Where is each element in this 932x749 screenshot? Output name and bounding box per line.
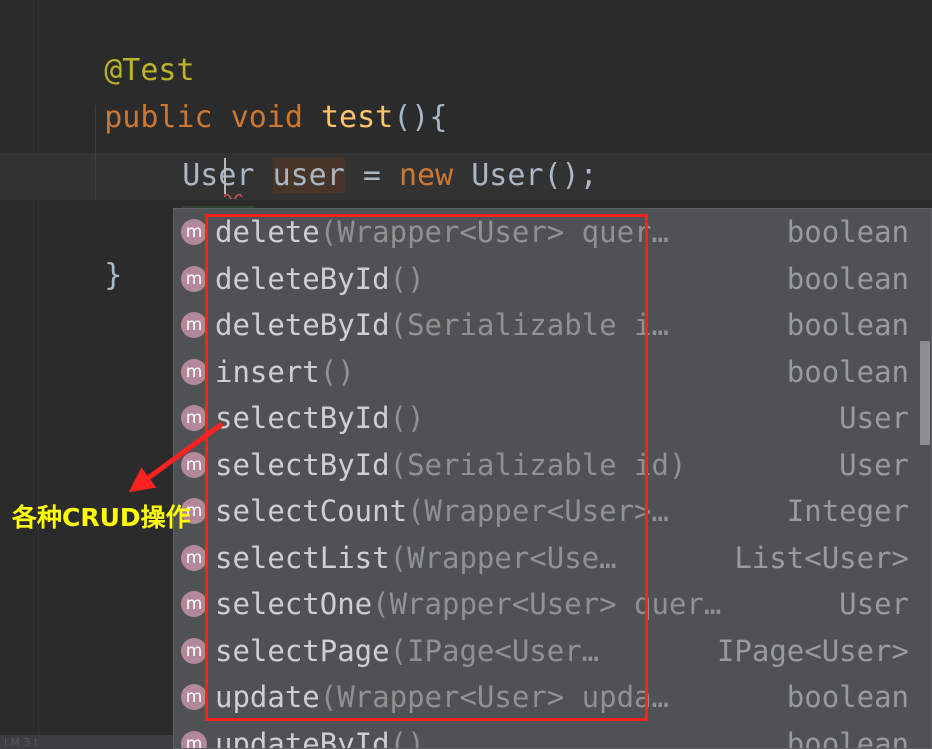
text-caret <box>224 158 226 194</box>
completion-item-name: selectPage <box>215 633 390 668</box>
completion-item[interactable]: m selectPage(IPage<User… IPage<User> <box>174 628 931 675</box>
error-squiggle <box>224 192 246 199</box>
completion-item-name: selectById <box>215 401 390 436</box>
method-icon: m <box>181 265 207 292</box>
method-icon: m <box>181 544 207 571</box>
completion-item-signature: updateById() <box>215 726 787 749</box>
completion-item-signature: selectPage(IPage<User… <box>215 634 717 668</box>
code-line-3: User user = new User(); <box>110 105 598 193</box>
completion-item-signature: update(Wrapper<User> upda… <box>215 680 787 714</box>
completion-item-params: (Wrapper<User> quer… <box>372 587 722 622</box>
completion-item-name: selectOne <box>215 587 373 622</box>
completion-item-return-type: IPage<User> <box>716 633 909 668</box>
completion-item[interactable]: m selectById(Serializable id) User <box>174 442 931 489</box>
code-line-5: } <box>32 205 122 293</box>
method-icon: m <box>181 730 207 748</box>
completion-item-return-type: User <box>839 587 909 622</box>
completion-item-return-type: Integer <box>786 494 909 529</box>
method-icon: m <box>181 451 207 478</box>
completion-item[interactable]: m deleteById(Serializable i… boolean <box>174 302 931 349</box>
code-line-4: user. <box>110 153 273 241</box>
completion-item-name: selectList <box>215 540 390 575</box>
method-icon: m <box>181 219 207 246</box>
completion-item-return-type: boolean <box>786 680 909 715</box>
completion-item-name: update <box>215 680 320 715</box>
completion-item-return-type: boolean <box>786 215 909 250</box>
method-icon: m <box>181 312 207 339</box>
code-completion-popup[interactable]: m delete(Wrapper<User> quer… boolean m delet… <box>173 208 932 749</box>
completion-item-params: () <box>389 401 425 436</box>
completion-item-name: deleteById <box>215 261 390 296</box>
completion-item-signature: selectById() <box>215 401 839 435</box>
completion-item-signature: deleteById(Serializable i… <box>215 308 787 342</box>
constructor-call-user: User(); <box>453 158 598 193</box>
method-icon: m <box>181 405 207 432</box>
code-line-2: public void test(){ <box>32 47 447 135</box>
completion-item-signature: selectList(Wrapper<Use… <box>215 541 734 575</box>
completion-item-name: selectCount <box>215 494 408 529</box>
completion-item-params: (Wrapper<Use… <box>389 540 617 575</box>
completion-item[interactable]: m insert() boolean <box>174 349 931 396</box>
completion-item-name: deleteById <box>215 308 390 343</box>
completion-item[interactable]: m deleteById() boolean <box>174 256 931 303</box>
method-icon: m <box>181 591 207 618</box>
completion-item-return-type: boolean <box>786 354 909 389</box>
method-icon: m <box>181 684 207 711</box>
closing-brace: } <box>104 258 123 293</box>
completion-item-signature: deleteById() <box>215 262 787 296</box>
completion-item-signature: selectOne(Wrapper<User> quer… <box>215 587 839 621</box>
completion-item-params: (IPage<User… <box>389 633 600 668</box>
completion-item-return-type: List<User> <box>734 540 909 575</box>
completion-scrollbar-track[interactable] <box>919 209 931 748</box>
completion-item-return-type: boolean <box>786 726 909 749</box>
variable-user-declaration: user <box>272 158 345 193</box>
completion-item[interactable]: m selectList(Wrapper<Use… List<User> <box>174 535 931 582</box>
completion-item[interactable]: m updateById() boolean <box>174 721 931 749</box>
completion-item[interactable]: m update(Wrapper<User> upda… boolean <box>174 674 931 721</box>
method-icon: m <box>181 358 207 385</box>
completion-scrollbar-thumb[interactable] <box>920 341 930 445</box>
code-line-1: @Test <box>32 0 194 88</box>
completion-item-params: () <box>389 726 425 749</box>
completion-item-params: (Wrapper<User> quer… <box>319 215 669 250</box>
method-icon: m <box>181 637 207 664</box>
completion-item-name: selectById <box>215 447 390 482</box>
completion-item[interactable]: m selectById() User <box>174 395 931 442</box>
completion-item-signature: selectCount(Wrapper<User>… <box>215 494 787 528</box>
completion-item-params: (Wrapper<User>… <box>407 494 669 529</box>
completion-item-params: (Serializable i… <box>389 308 669 343</box>
completion-item-return-type: boolean <box>786 261 909 296</box>
completion-item-name: insert <box>215 354 320 389</box>
completion-item-params: () <box>319 354 355 389</box>
completion-item-return-type: User <box>839 447 909 482</box>
completion-item[interactable]: m selectCount(Wrapper<User>… Integer <box>174 488 931 535</box>
bottom-status-text: l M 3 t <box>4 736 39 749</box>
assign-operator: = <box>344 158 399 193</box>
completion-item-name: delete <box>215 215 320 250</box>
completion-item-signature: delete(Wrapper<User> quer… <box>215 215 787 249</box>
completion-item-params: () <box>389 261 425 296</box>
completion-item[interactable]: m delete(Wrapper<User> quer… boolean <box>174 209 931 256</box>
completion-item-return-type: boolean <box>786 308 909 343</box>
completion-list[interactable]: m delete(Wrapper<User> quer… boolean m delet… <box>174 209 931 749</box>
completion-item-params: (Wrapper<User> upda… <box>319 680 669 715</box>
annotation-label: 各种CRUD操作 <box>12 503 191 532</box>
completion-item-return-type: User <box>839 401 909 436</box>
completion-item-signature: selectById(Serializable id) <box>215 448 839 482</box>
completion-item-name: updateById <box>215 726 390 749</box>
completion-item[interactable]: m selectOne(Wrapper<User> quer… User <box>174 581 931 628</box>
completion-item-signature: insert() <box>215 355 787 389</box>
completion-item-params: (Serializable id) <box>389 447 687 482</box>
keyword-new: new <box>399 158 454 193</box>
